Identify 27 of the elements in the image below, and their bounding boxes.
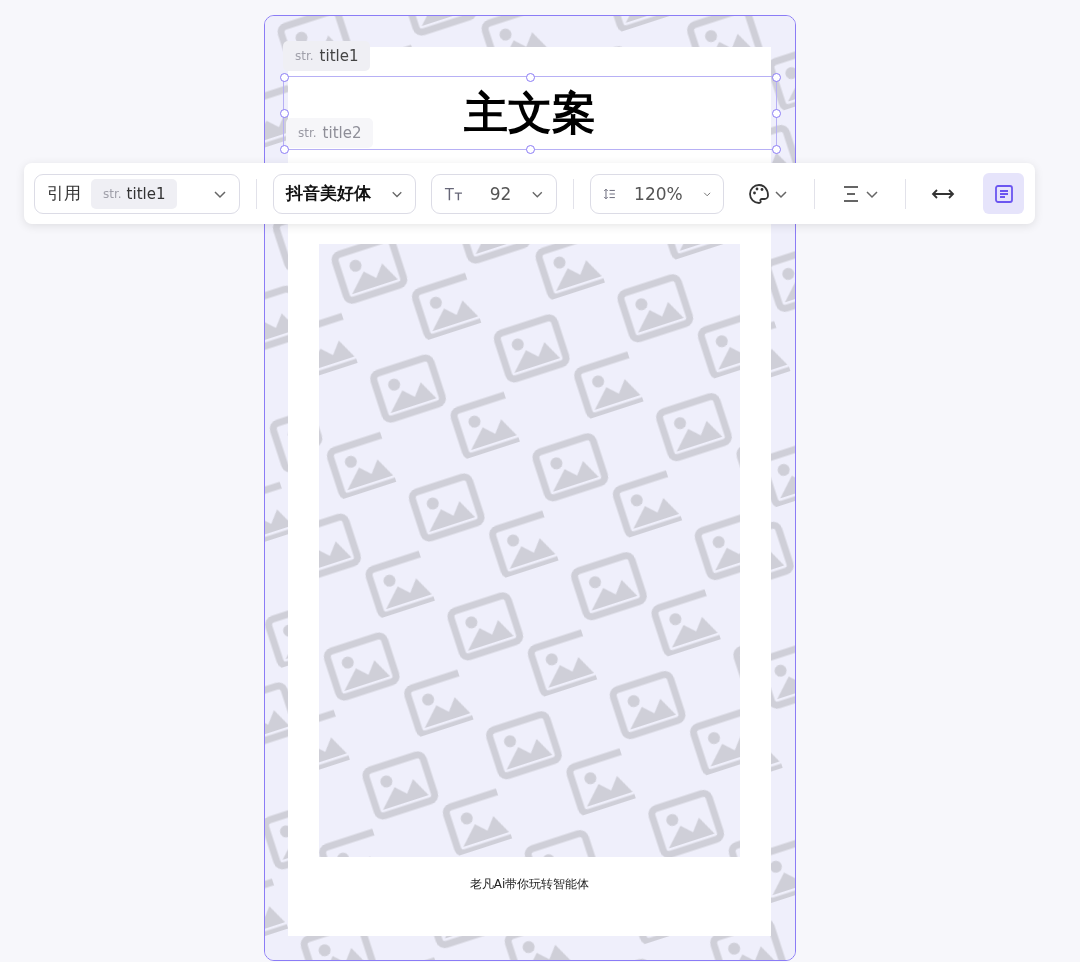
reference-label: 引用 [47, 182, 81, 205]
text-document-icon [993, 183, 1014, 204]
type-label: str. [103, 186, 122, 201]
horizontal-arrow-icon [930, 187, 955, 200]
reference-dropdown[interactable]: 引用 str. title1 [34, 173, 240, 214]
font-size-dropdown[interactable]: 92 [431, 173, 557, 214]
align-center-icon [841, 184, 861, 203]
text-box-button[interactable] [983, 173, 1024, 214]
resize-handle[interactable] [280, 73, 289, 82]
variable-name: title2 [322, 124, 362, 142]
variable-name: title1 [126, 184, 166, 203]
resize-handle[interactable] [772, 145, 781, 154]
resize-handle[interactable] [280, 145, 289, 154]
font-dropdown[interactable]: 抖音美好体 [273, 173, 416, 214]
palette-icon [748, 182, 770, 205]
resize-handle[interactable] [772, 109, 781, 118]
type-label: str. [298, 126, 317, 140]
main-title: 主文案 [464, 87, 596, 139]
variable-tag[interactable]: str. title1 [283, 41, 371, 71]
variable-name: title1 [319, 47, 359, 65]
resize-handle[interactable] [772, 73, 781, 82]
resize-handle[interactable] [280, 109, 289, 118]
resize-handle[interactable] [526, 73, 535, 82]
resize-handle[interactable] [526, 145, 535, 154]
footer-text: 老凡Ai带你玩转智能体 [469, 876, 590, 893]
line-height-dropdown[interactable]: 120% [590, 173, 724, 214]
type-label: str. [295, 49, 314, 63]
